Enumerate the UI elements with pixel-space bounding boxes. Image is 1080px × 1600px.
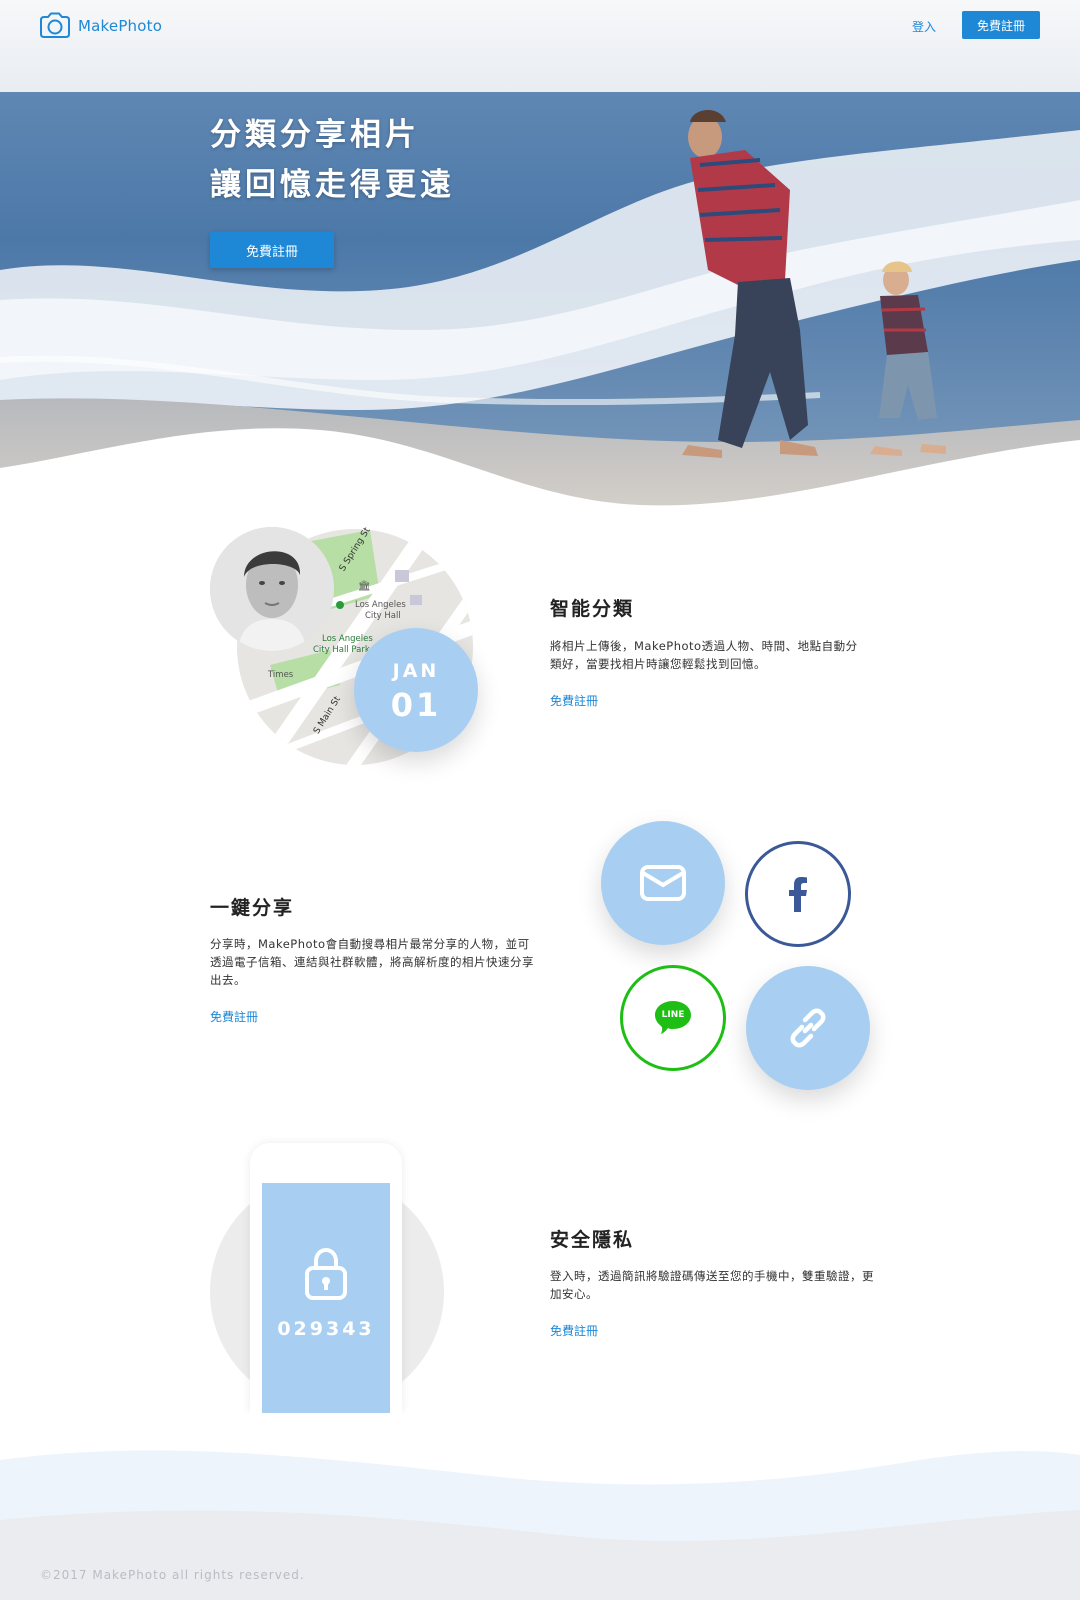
phone-frame: 029343: [250, 1143, 402, 1413]
share-mail-button[interactable]: [601, 821, 725, 945]
map-label-city-hall: Los Angeles: [355, 600, 406, 610]
hero-signup-button[interactable]: 免費註冊: [210, 232, 334, 268]
svg-text:City Hall Park: City Hall Park: [313, 645, 370, 655]
line-icon-text: LINE: [661, 1010, 685, 1020]
top-navigation: MakePhoto 登入 免費註冊: [0, 0, 1080, 55]
avatar: [210, 527, 334, 651]
feature-title: 安全隱私: [550, 1229, 635, 1251]
share-facebook-button[interactable]: [745, 841, 851, 947]
hero-beach-photo: [0, 0, 1080, 510]
facebook-icon: [789, 877, 807, 912]
feature-description: 分享時，MakePhoto會自動搜尋相片最常分享的人物，並可透過電子信箱、連結與…: [210, 937, 534, 987]
hero-section: MakePhoto 登入 免費註冊 分類分享相片 讓回憶走得更遠 免費註冊: [0, 0, 1080, 510]
feature-description: 將相片上傳後，MakePhoto透過人物、時間、地點自動分類好，當要找相片時讓您…: [550, 639, 858, 671]
feature-signup-link[interactable]: 免費註冊: [550, 692, 598, 709]
feature-signup-link[interactable]: 免費註冊: [550, 1322, 598, 1339]
date-day: 01: [390, 686, 442, 724]
copyright: ©2017 MakePhoto all rights reserved.: [40, 1568, 305, 1582]
phone-screen: 029343: [262, 1183, 390, 1413]
feature-description: 登入時，透過簡訊將驗證碼傳送至您的手機中，雙重驗證，更加安心。: [550, 1269, 874, 1301]
feature-signup-link[interactable]: 免費註冊: [210, 1008, 258, 1025]
svg-text:City Hall: City Hall: [365, 611, 401, 621]
camera-icon: [40, 12, 70, 38]
feature-title: 一鍵分享: [210, 897, 295, 919]
hero-title: 分類分享相片 讓回憶走得更遠: [210, 110, 455, 210]
share-line-button[interactable]: LINE: [620, 965, 726, 1071]
date-badge: JAN 01: [354, 628, 478, 752]
city-hall-icon: 🏛: [358, 580, 371, 592]
park-marker-icon: [336, 601, 344, 609]
map-label-park: Los Angeles: [322, 634, 373, 644]
link-icon: [790, 1008, 826, 1048]
login-link[interactable]: 登入: [912, 18, 936, 35]
mail-icon: [640, 865, 686, 901]
logo-text: MakePhoto: [78, 16, 163, 35]
classify-illustration: S Spring St 🏛 Los Angeles City Hall Los …: [210, 525, 480, 775]
logo[interactable]: MakePhoto: [38, 12, 162, 39]
feature-title: 智能分類: [550, 598, 635, 620]
lock-icon: [305, 1248, 347, 1300]
hero-title-line1: 分類分享相片: [210, 117, 420, 153]
map-label-times: Times: [267, 670, 294, 680]
hero-title-line2: 讓回憶走得更遠: [210, 167, 455, 203]
verification-code: 029343: [277, 1318, 375, 1340]
header-signup-button[interactable]: 免費註冊: [962, 11, 1040, 39]
share-link-button[interactable]: [746, 966, 870, 1090]
security-illustration: 029343: [210, 1143, 450, 1423]
date-month: JAN: [392, 660, 440, 682]
